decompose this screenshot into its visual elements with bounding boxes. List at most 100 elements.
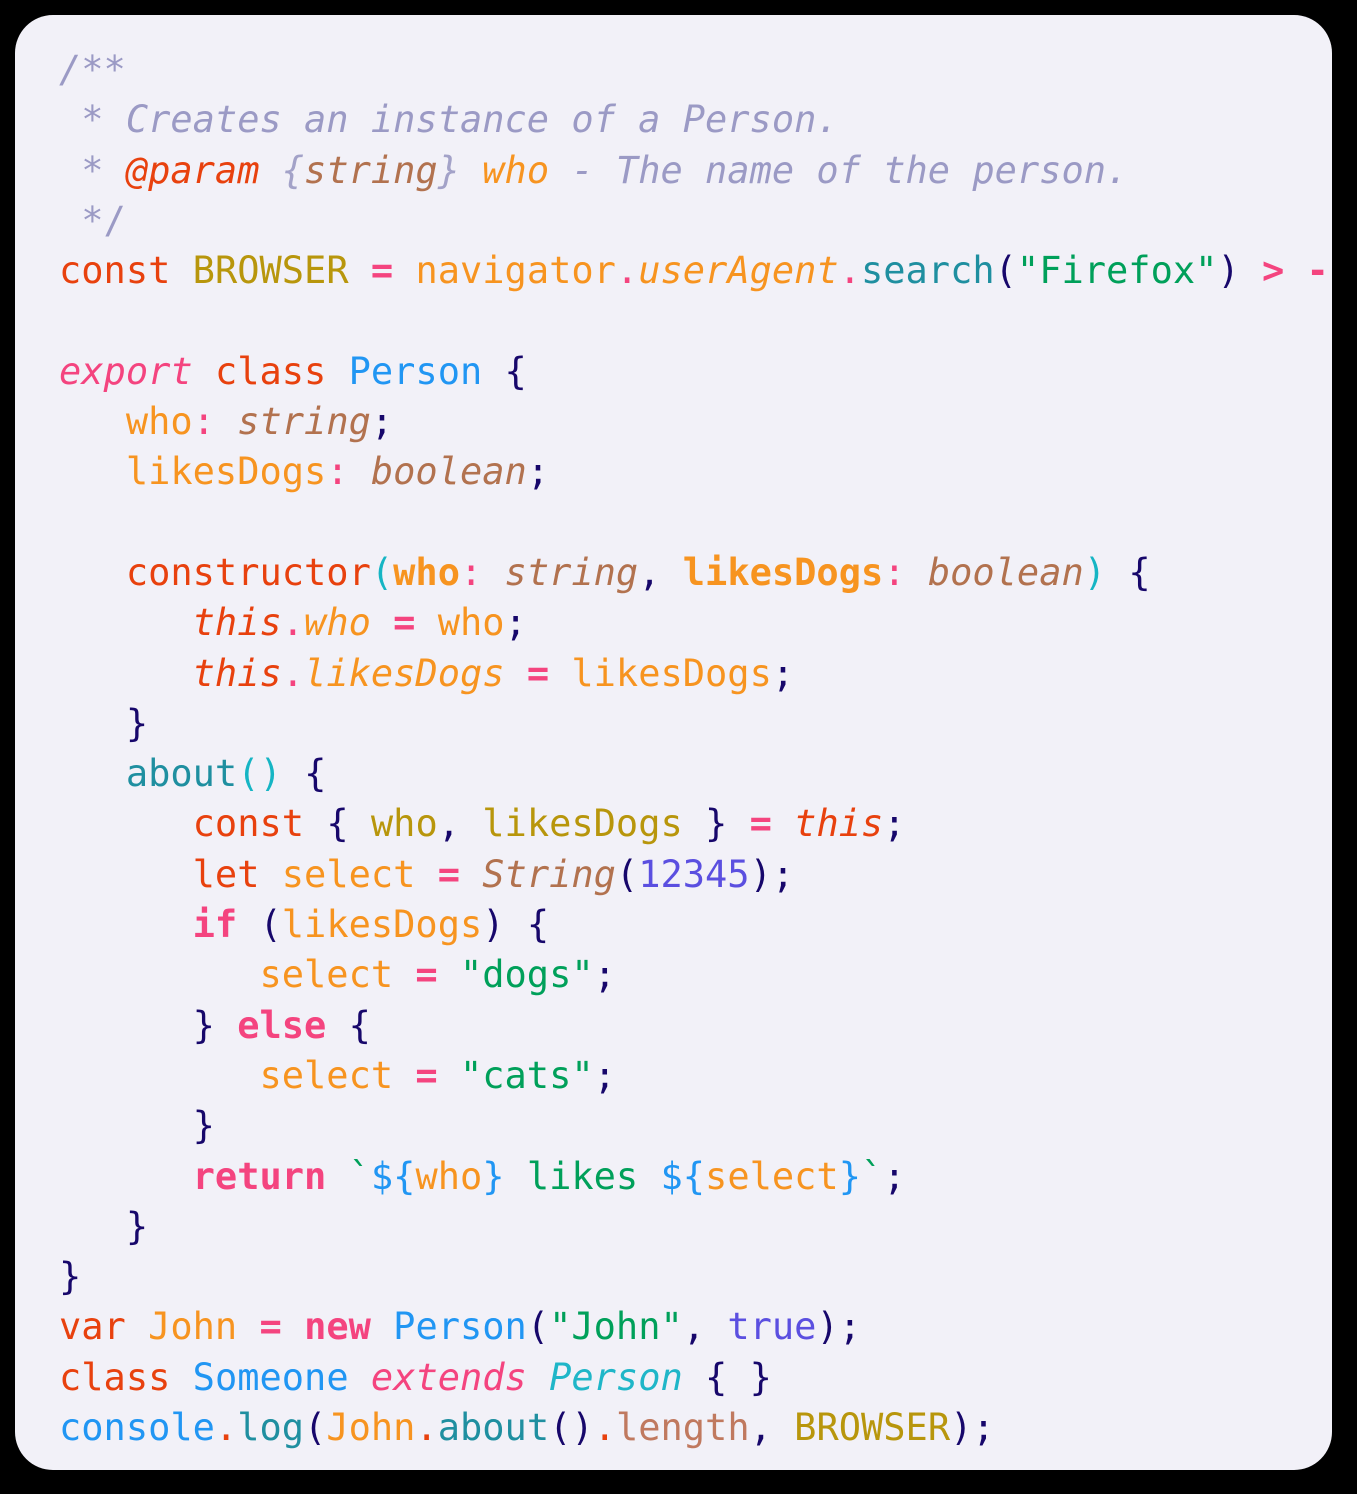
template-interp-close: } xyxy=(838,1154,861,1198)
number-1: 1 xyxy=(1329,249,1332,292)
property-length: length xyxy=(615,1406,750,1450)
destructured-likesdogs: likesDogs xyxy=(482,802,683,846)
string-cats: "cats" xyxy=(459,1053,594,1097)
keyword-this: this xyxy=(192,651,282,695)
semicolon: ; xyxy=(370,400,394,444)
semicolon: ; xyxy=(504,601,527,645)
paren-open: ( xyxy=(370,550,394,594)
brace-open: { xyxy=(326,802,349,846)
keyword-new: new xyxy=(304,1305,371,1349)
property-likesdogs: likesDogs xyxy=(304,651,505,695)
comma: , xyxy=(749,1406,772,1450)
colon: : xyxy=(192,400,215,444)
dot: . xyxy=(214,1406,238,1450)
keyword-extends: extends xyxy=(370,1355,527,1399)
code-line-9: likesDogs: boolean; xyxy=(59,447,1332,497)
code-card: /** * Creates an instance of a Person. *… xyxy=(15,15,1332,1470)
const-browser: BROWSER xyxy=(794,1406,951,1450)
dot: . xyxy=(415,1406,438,1450)
destructured-who: who xyxy=(370,802,438,846)
semicolon: ; xyxy=(883,802,906,846)
param-who: who xyxy=(393,550,460,594)
operator-assign: = xyxy=(415,1053,438,1097)
paren-open: ( xyxy=(994,249,1017,293)
keyword-if: if xyxy=(192,903,238,947)
operator-assign: = xyxy=(526,651,550,695)
field-who: who xyxy=(125,400,193,444)
code-line-8: who: string; xyxy=(59,397,1332,447)
semicolon: ; xyxy=(972,1406,995,1450)
paren-open: ( xyxy=(259,903,282,947)
code-block: /** * Creates an instance of a Person. *… xyxy=(15,45,1332,1453)
brace-open: { xyxy=(1128,550,1151,594)
variable-select: select xyxy=(259,1053,394,1097)
brace-close: } xyxy=(125,1204,149,1248)
type-boolean: boolean xyxy=(927,550,1084,594)
brace-open: { xyxy=(705,1355,728,1399)
code-line-17: let select = String(12345); xyxy=(59,850,1332,900)
property-useragent: userAgent xyxy=(638,249,839,293)
keyword-let: let xyxy=(192,852,260,896)
template-backtick-open: ` xyxy=(348,1154,371,1198)
dot: . xyxy=(281,651,305,695)
code-line-27: class Someone extends Person { } xyxy=(59,1353,1332,1403)
code-line-1: /** xyxy=(59,45,1332,95)
object-console: console xyxy=(59,1406,215,1450)
template-interp-open: ${ xyxy=(370,1154,416,1198)
paren-open: ( xyxy=(615,852,639,896)
template-interp-open: ${ xyxy=(660,1154,706,1198)
boolean-true: true xyxy=(727,1305,817,1349)
brace-open: { xyxy=(348,1003,371,1047)
code-line-4: */ xyxy=(59,196,1332,246)
paren-close: ) xyxy=(950,1406,973,1450)
semicolon: ; xyxy=(526,450,550,494)
operator-assign: = xyxy=(393,601,416,645)
code-line-19: select = "dogs"; xyxy=(59,950,1332,1000)
operator-assign: = xyxy=(749,802,772,846)
dot: . xyxy=(593,1406,616,1450)
class-person: Person xyxy=(393,1305,527,1349)
brace-close: } xyxy=(749,1355,772,1399)
paren-close: ) xyxy=(816,1305,839,1349)
type-boolean: boolean xyxy=(370,450,527,494)
code-line-12: this.who = who; xyxy=(59,598,1332,648)
semicolon: ; xyxy=(883,1154,906,1198)
object-navigator: navigator xyxy=(415,249,616,293)
variable-select: select xyxy=(281,852,416,896)
code-line-10-blank xyxy=(59,498,1332,548)
comma: , xyxy=(682,1305,706,1349)
keyword-export: export xyxy=(59,349,193,393)
dot: . xyxy=(615,249,639,293)
paren-close: ) xyxy=(1217,249,1240,293)
colon: : xyxy=(459,550,483,594)
paren-close: ) xyxy=(749,852,772,896)
comment-close: */ xyxy=(59,198,126,242)
comment-star: * xyxy=(59,98,126,142)
base-class-person: Person xyxy=(549,1355,683,1399)
function-string: String xyxy=(482,852,616,896)
operator-minus: - xyxy=(1306,249,1329,293)
template-var-select: select xyxy=(705,1154,839,1198)
string-dogs: "dogs" xyxy=(459,953,594,997)
brace-close: } xyxy=(705,802,728,846)
code-line-7: export class Person { xyxy=(59,347,1332,397)
code-line-23: return `${who} likes ${select}`; xyxy=(59,1152,1332,1202)
method-about: about xyxy=(437,1406,550,1450)
brace-close: } xyxy=(125,701,149,745)
class-name-person: Person xyxy=(348,349,483,393)
field-likesdogs: likesDogs xyxy=(125,450,327,494)
param-likesdogs: likesDogs xyxy=(682,550,884,594)
operator-assign: = xyxy=(370,249,394,293)
code-line-2: * Creates an instance of a Person. xyxy=(59,95,1332,145)
keyword-this: this xyxy=(192,601,282,645)
brace-open: { xyxy=(526,903,550,947)
code-line-25: } xyxy=(59,1252,1332,1302)
string-firefox: "Firefox" xyxy=(1016,249,1218,293)
variable-select: select xyxy=(259,953,394,997)
parens: () xyxy=(237,752,282,796)
semicolon: ; xyxy=(593,1053,616,1097)
code-line-26: var John = new Person("John", true); xyxy=(59,1302,1332,1352)
number-12345: 12345 xyxy=(638,852,750,896)
template-var-who: who xyxy=(415,1154,483,1198)
